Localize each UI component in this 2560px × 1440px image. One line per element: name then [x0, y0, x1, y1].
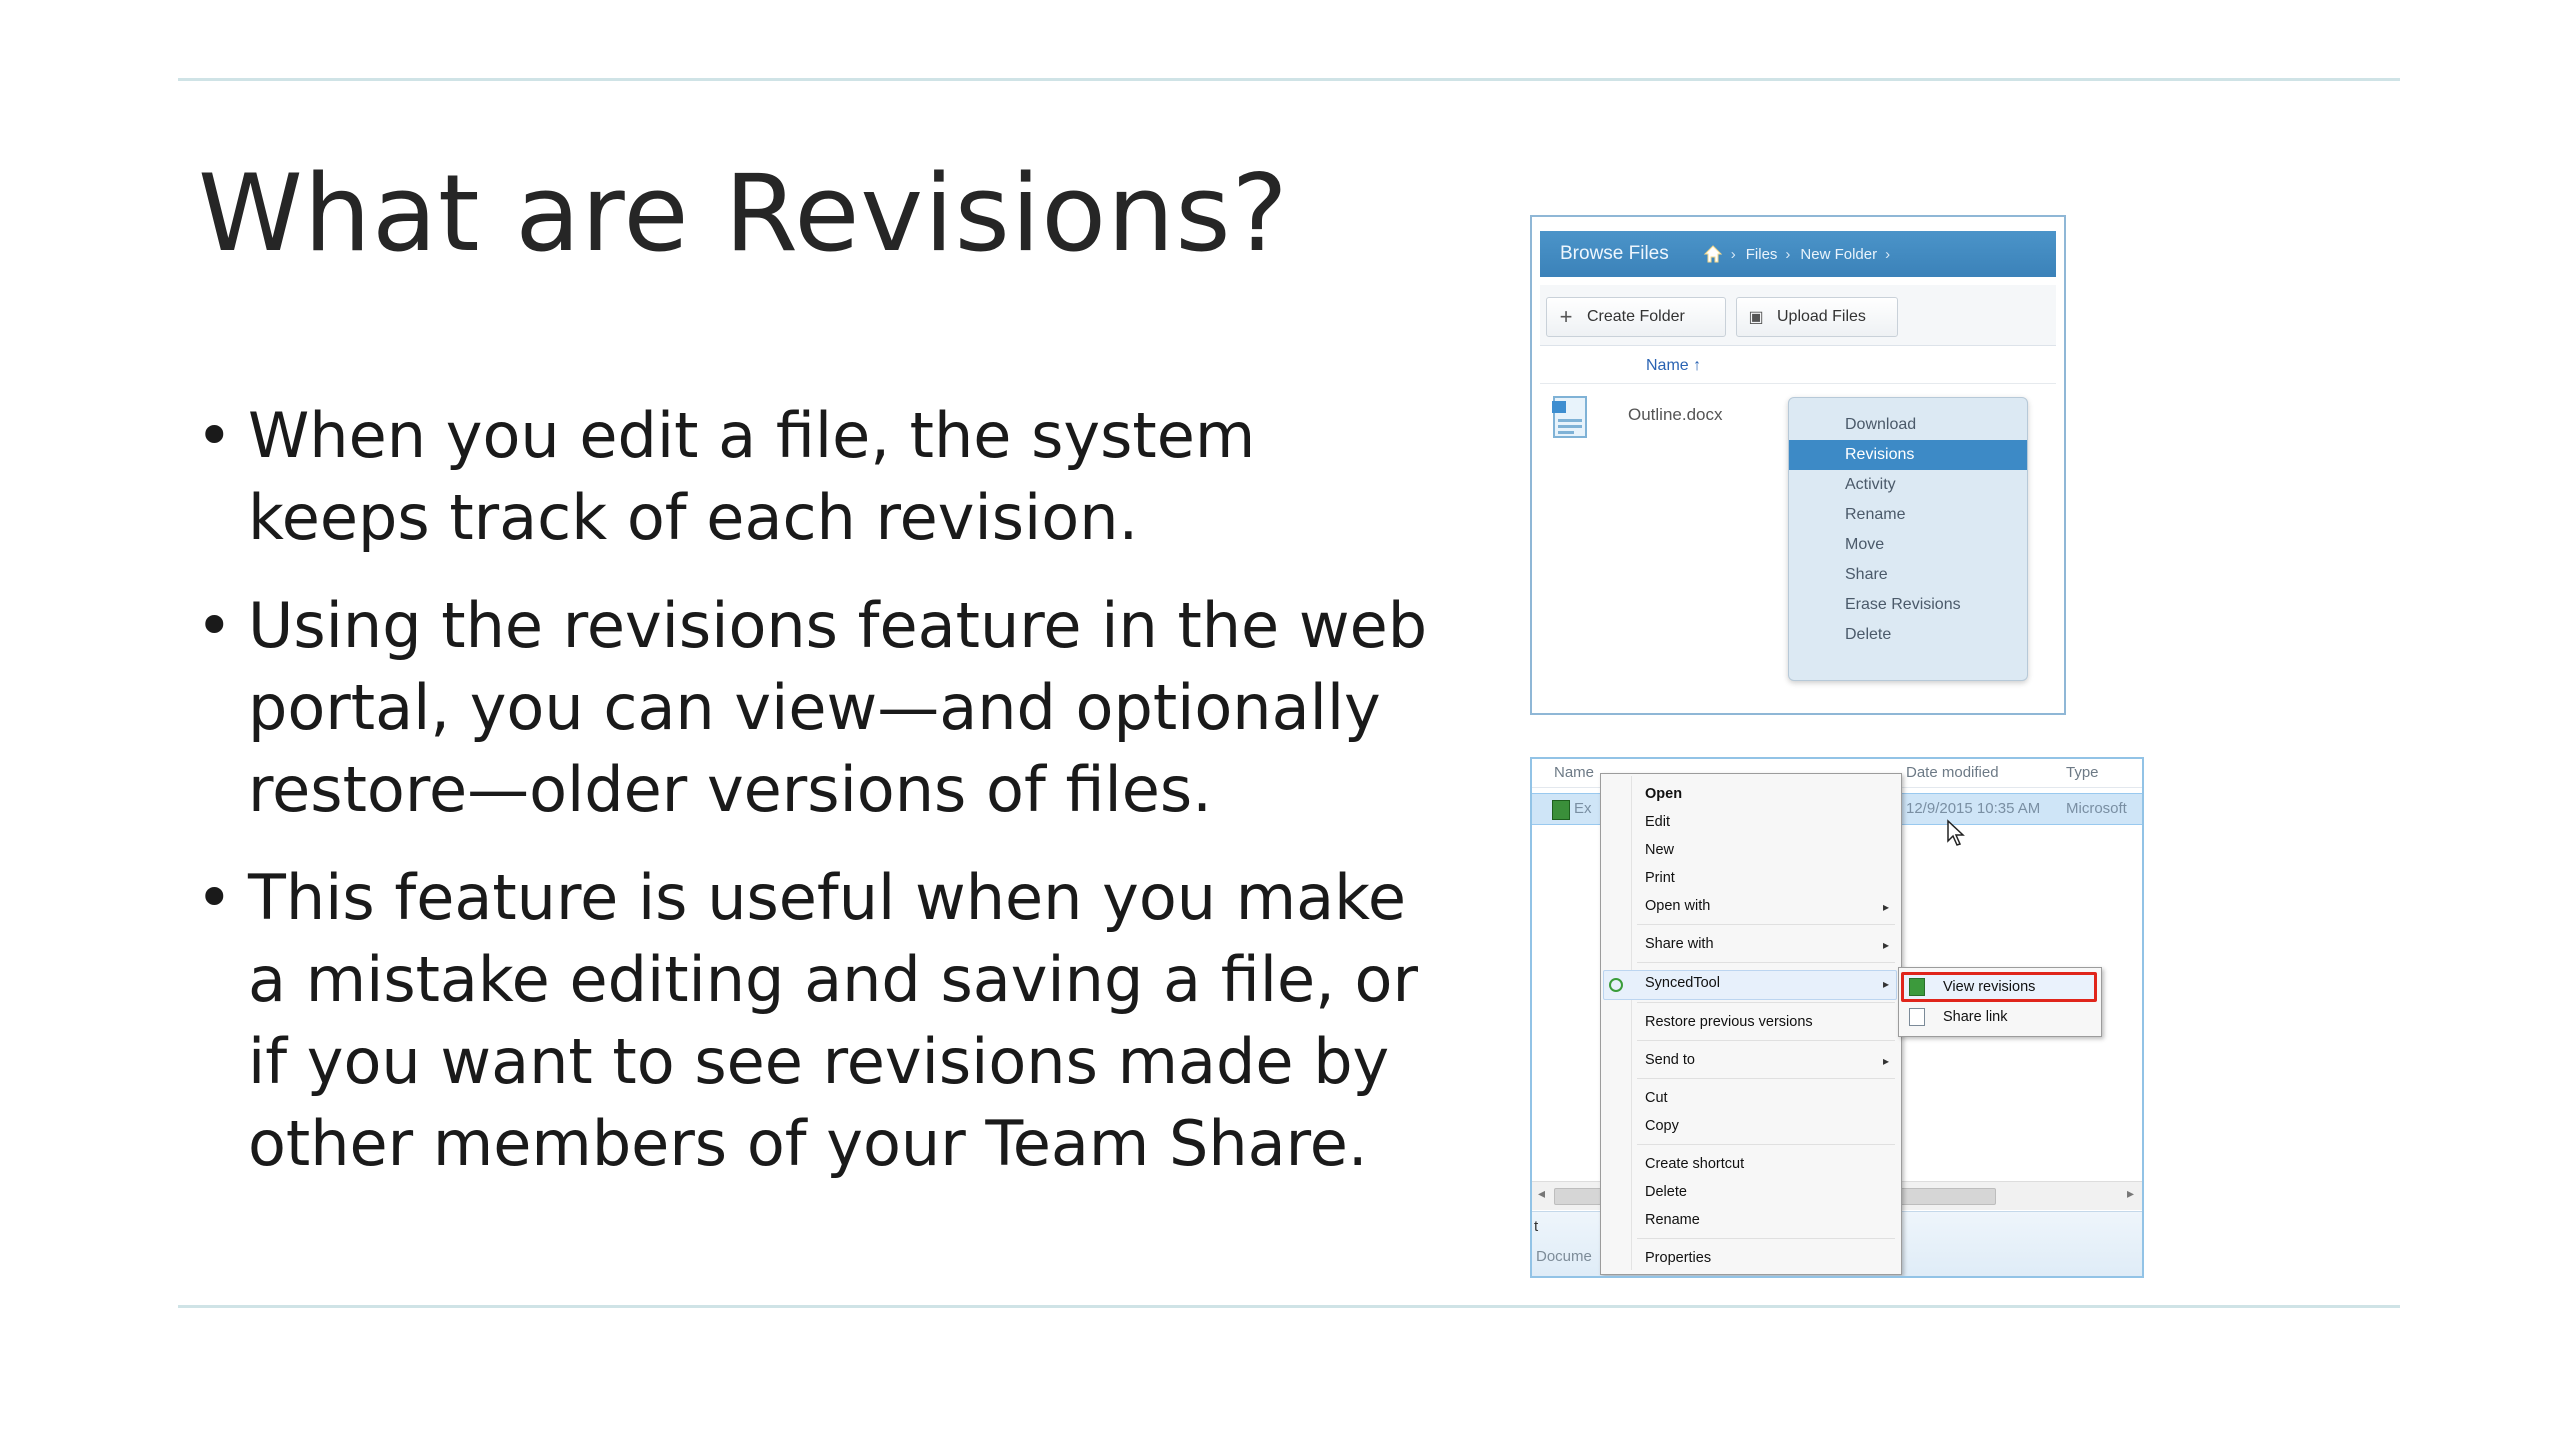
menu-separator — [1637, 1078, 1895, 1079]
ctx-copy[interactable]: Copy — [1645, 1118, 1679, 1134]
breadcrumb-separator: › — [1730, 245, 1736, 263]
top-divider — [178, 78, 2400, 81]
bullet-dot: • — [196, 399, 233, 472]
scroll-left-icon[interactable]: ◂ — [1538, 1185, 1545, 1202]
upload-files-label: Upload Files — [1777, 308, 1866, 325]
slide-title: What are Revisions? — [198, 152, 1289, 275]
submenu-arrow-icon: ▸ — [1882, 900, 1889, 914]
upload-files-button[interactable]: ▣ Upload Files — [1736, 297, 1898, 337]
submenu-arrow-icon: ▸ — [1882, 1054, 1889, 1068]
menu-gutter — [1631, 776, 1632, 1270]
ctx-create-shortcut[interactable]: Create shortcut — [1645, 1156, 1744, 1172]
column-type[interactable]: Type — [2066, 764, 2099, 781]
portal-header: Browse Files › Files › New Folder › — [1540, 231, 2056, 277]
ctx-new[interactable]: New — [1645, 842, 1674, 858]
file-row-date: 12/9/2015 10:35 AM — [1906, 800, 2041, 817]
create-folder-label: Create Folder — [1587, 308, 1685, 325]
column-date-modified[interactable]: Date modified — [1906, 764, 1999, 781]
ctx-rename[interactable]: Rename — [1645, 1212, 1700, 1228]
ctx-cut[interactable]: Cut — [1645, 1090, 1668, 1106]
submenu-share-link[interactable]: Share link — [1943, 1009, 2007, 1025]
submenu-view-revisions[interactable]: View revisions — [1943, 979, 2035, 995]
file-row-name: Ex — [1574, 800, 1592, 817]
share-link-icon — [1909, 1008, 1925, 1026]
ctx-share-with[interactable]: Share with — [1645, 936, 1714, 952]
ctx-properties[interactable]: Properties — [1645, 1250, 1711, 1266]
menu-item-erase-revisions[interactable]: Erase Revisions — [1789, 590, 2027, 620]
submenu-arrow-icon: ▸ — [1882, 938, 1889, 952]
column-name[interactable]: Name — [1554, 764, 1594, 781]
bullet-list: • When you edit a file, the system keeps… — [196, 395, 1446, 1211]
ctx-restore-previous-versions[interactable]: Restore previous versions — [1645, 1014, 1813, 1030]
ctx-print[interactable]: Print — [1645, 870, 1675, 886]
menu-separator — [1637, 1144, 1895, 1145]
ctx-send-to[interactable]: Send to — [1645, 1052, 1695, 1068]
excel-file-icon — [1552, 800, 1570, 820]
bullet-text: When you edit a file, the system keeps t… — [248, 399, 1256, 554]
bullet-item: • When you edit a file, the system keeps… — [196, 395, 1446, 559]
ctx-delete[interactable]: Delete — [1645, 1184, 1687, 1200]
menu-item-move[interactable]: Move — [1789, 530, 2027, 560]
details-text: t — [1534, 1218, 1539, 1235]
portal-title: Browse Files — [1560, 243, 1669, 264]
file-context-menu: Download Revisions Activity Rename Move … — [1788, 397, 2028, 681]
menu-separator — [1637, 962, 1895, 963]
portal-screenshot: Browse Files › Files › New Folder › + Cr… — [1530, 215, 2066, 715]
breadcrumb-files[interactable]: Files — [1746, 246, 1778, 263]
menu-separator — [1637, 924, 1895, 925]
menu-separator — [1637, 1002, 1895, 1003]
name-column-header[interactable]: Name ↑ — [1540, 349, 2056, 384]
menu-item-revisions[interactable]: Revisions — [1789, 440, 2027, 470]
upload-icon: ▣ — [1748, 309, 1764, 326]
menu-item-delete[interactable]: Delete — [1789, 620, 2027, 650]
ctx-syncedtool[interactable]: SyncedTool — [1645, 975, 1720, 991]
name-column-label: Name ↑ — [1646, 357, 1702, 374]
create-folder-button[interactable]: + Create Folder — [1546, 297, 1726, 337]
ctx-open[interactable]: Open — [1645, 786, 1682, 802]
breadcrumb-separator: › — [1785, 245, 1791, 263]
bullet-dot: • — [196, 861, 233, 934]
submenu-arrow-icon: ▸ — [1882, 977, 1889, 991]
menu-separator — [1637, 1040, 1895, 1041]
bullet-text: This feature is useful when you make a m… — [248, 861, 1418, 1180]
portal-toolbar: + Create Folder ▣ Upload Files — [1540, 285, 2056, 346]
bullet-text: Using the revisions feature in the web p… — [248, 589, 1428, 826]
bullet-item: • Using the revisions feature in the web… — [196, 585, 1446, 831]
breadcrumb-new-folder[interactable]: New Folder — [1800, 246, 1877, 263]
docx-file-icon — [1550, 395, 1592, 441]
revisions-icon — [1909, 978, 1925, 996]
details-type: Docume — [1536, 1248, 1592, 1265]
menu-separator — [1637, 1238, 1895, 1239]
breadcrumb-separator: › — [1885, 245, 1891, 263]
menu-item-download[interactable]: Download — [1789, 410, 2027, 440]
menu-item-share[interactable]: Share — [1789, 560, 2027, 590]
menu-item-activity[interactable]: Activity — [1789, 470, 2027, 500]
ctx-edit[interactable]: Edit — [1645, 814, 1670, 830]
syncedtool-submenu: View revisions Share link — [1898, 967, 2102, 1037]
ctx-open-with[interactable]: Open with — [1645, 898, 1710, 914]
scroll-right-icon[interactable]: ▸ — [2127, 1185, 2134, 1202]
file-row-type: Microsoft — [2066, 800, 2127, 817]
explorer-context-menu: Open Edit New Print Open with ▸ Share wi… — [1600, 773, 1902, 1275]
bottom-divider — [178, 1305, 2400, 1308]
menu-item-rename[interactable]: Rename — [1789, 500, 2027, 530]
plus-icon: + — [1559, 304, 1573, 329]
bullet-dot: • — [196, 589, 233, 662]
mouse-cursor-icon — [1946, 819, 1968, 847]
explorer-screenshot: Name Date modified Type Ex 12/9/2015 10:… — [1530, 757, 2144, 1278]
home-icon[interactable] — [1703, 244, 1723, 264]
file-name[interactable]: Outline.docx — [1628, 405, 1723, 425]
syncedtool-icon — [1609, 978, 1623, 992]
bullet-item: • This feature is useful when you make a… — [196, 857, 1446, 1185]
